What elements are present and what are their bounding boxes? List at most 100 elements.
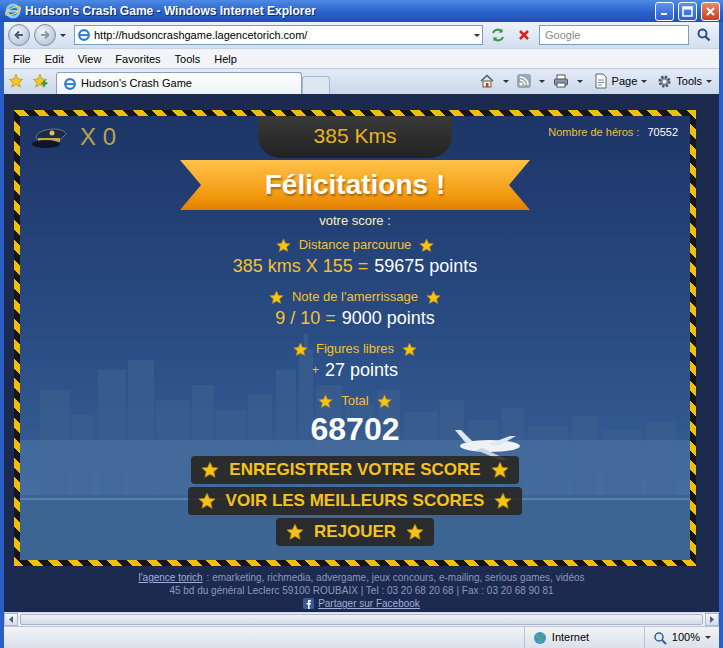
star-icon (293, 342, 308, 357)
browser-tab[interactable]: Hudson's Crash Game (56, 72, 302, 94)
score-label-row: Figures libres (293, 340, 417, 358)
address-dropdown-icon[interactable] (474, 34, 480, 37)
score-value: 9000 points (342, 306, 435, 330)
menu-item[interactable]: File (6, 50, 38, 68)
score-list: Distance parcourue385 kms X 155 =59675 p… (233, 236, 478, 448)
horizontal-scrollbar[interactable] (4, 612, 719, 626)
feeds-dropdown-icon[interactable] (539, 80, 545, 83)
zoom-text: 100% (672, 629, 700, 646)
page-footer: l'agence torich: emarketing, richmedia, … (4, 566, 719, 610)
minimize-button[interactable] (655, 2, 674, 21)
menu-item[interactable]: Help (207, 50, 244, 68)
back-button[interactable] (8, 24, 30, 46)
score-section: Distance parcourue385 kms X 155 =59675 p… (233, 236, 478, 278)
favorites-star-icon[interactable] (8, 73, 24, 89)
home-icon[interactable] (479, 73, 495, 89)
high-scores-button[interactable]: VOIR LES MEILLEURS SCORES (188, 487, 523, 515)
scroll-left-button[interactable] (4, 613, 18, 626)
star-icon (318, 394, 333, 409)
save-score-button[interactable]: ENREGISTRER VOTRE SCORE (191, 456, 518, 484)
url-input[interactable] (91, 27, 474, 44)
score-section: Figures libres+27 points (293, 340, 417, 382)
favorites-group (8, 69, 56, 93)
ie-page-icon (77, 28, 91, 42)
star-icon (377, 394, 392, 409)
gear-icon (657, 74, 672, 89)
right-arrow-icon (709, 616, 715, 623)
tools-menu[interactable]: Tools (654, 73, 715, 90)
star-icon (276, 238, 291, 253)
page-menu[interactable]: Page (591, 73, 651, 90)
replay-button[interactable]: REJOUER (276, 518, 434, 546)
new-tab-button[interactable] (302, 76, 330, 94)
score-value: 27 points (325, 358, 398, 382)
print-icon[interactable] (553, 73, 569, 89)
address-bar (4, 22, 719, 48)
forward-button[interactable] (34, 24, 56, 46)
facebook-icon[interactable] (303, 598, 314, 609)
agency-link[interactable]: l'agence torich (138, 572, 202, 583)
heroes-counter: Nombre de héros : 70552 (548, 116, 690, 141)
score-subtitle: votre score : (319, 212, 391, 230)
score-value: 59675 points (374, 254, 477, 278)
feeds-icon[interactable] (517, 74, 531, 88)
history-dropdown-icon[interactable] (60, 34, 66, 37)
zoom-icon (653, 631, 667, 645)
score-label: Total (341, 392, 368, 410)
zoom-control[interactable]: 100% (644, 627, 719, 648)
menu-item[interactable]: Favorites (108, 50, 167, 68)
menu-item[interactable]: View (71, 50, 109, 68)
score-label: Figures libres (316, 340, 394, 358)
congratulations-banner: Félicitations ! (180, 160, 530, 210)
home-dropdown-icon[interactable] (503, 80, 509, 83)
dropdown-arrow-icon (641, 80, 647, 83)
score-label: Note de l'amerrissage (292, 288, 418, 306)
agency-address: 45 bd du général Leclerc 59100 ROUBAIX |… (4, 584, 719, 597)
score-value-row: 9 / 10 =9000 points (275, 306, 435, 330)
menu-item[interactable]: Edit (38, 50, 71, 68)
address-field[interactable] (74, 25, 483, 45)
forward-arrow-icon (39, 29, 51, 41)
scroll-thumb[interactable] (20, 614, 703, 625)
facebook-share-link[interactable]: Partager sur Facebook (318, 597, 420, 610)
zoom-dropdown-icon[interactable] (705, 636, 711, 639)
star-icon (286, 523, 304, 541)
refresh-button[interactable] (487, 25, 509, 45)
close-icon (705, 6, 716, 17)
score-section: Note de l'amerrissage9 / 10 =9000 points (269, 288, 441, 330)
page-icon (594, 73, 608, 89)
star-icon (269, 290, 284, 305)
add-favorite-icon[interactable] (32, 73, 48, 89)
game-screen: X 0 385 Kms Nombre de héros : 70552 Féli… (20, 116, 690, 560)
search-field[interactable] (539, 25, 689, 45)
search-button[interactable] (693, 25, 715, 45)
score-value: 68702 (311, 410, 400, 448)
lives-text: X 0 (80, 119, 116, 155)
close-button[interactable] (701, 2, 720, 21)
button-label: VOIR LES MEILLEURS SCORES (226, 489, 485, 513)
score-label-row: Distance parcourue (276, 236, 435, 254)
zone-text: Internet (552, 629, 589, 646)
star-icon (426, 290, 441, 305)
maximize-button[interactable] (678, 2, 697, 21)
star-icon (269, 290, 284, 305)
lives-counter: X 0 (20, 116, 258, 158)
star-icon (419, 238, 434, 253)
star-icon (402, 342, 417, 357)
magnifier-icon (697, 28, 711, 42)
score-section: Total68702 (311, 392, 400, 448)
star-icon (198, 492, 216, 510)
star-icon (318, 394, 333, 409)
command-bar: PageTools (479, 69, 715, 93)
score-value-row: 68702 (311, 410, 400, 448)
star-icon (494, 492, 512, 510)
back-arrow-icon (13, 29, 25, 41)
print-dropdown-icon[interactable] (577, 80, 583, 83)
menu-item[interactable]: Tools (168, 50, 208, 68)
star-icon (377, 394, 392, 409)
stop-button[interactable] (513, 25, 535, 45)
star-icon (491, 461, 509, 479)
scroll-right-button[interactable] (705, 613, 719, 626)
search-input[interactable] (542, 27, 686, 44)
globe-icon (533, 631, 547, 645)
